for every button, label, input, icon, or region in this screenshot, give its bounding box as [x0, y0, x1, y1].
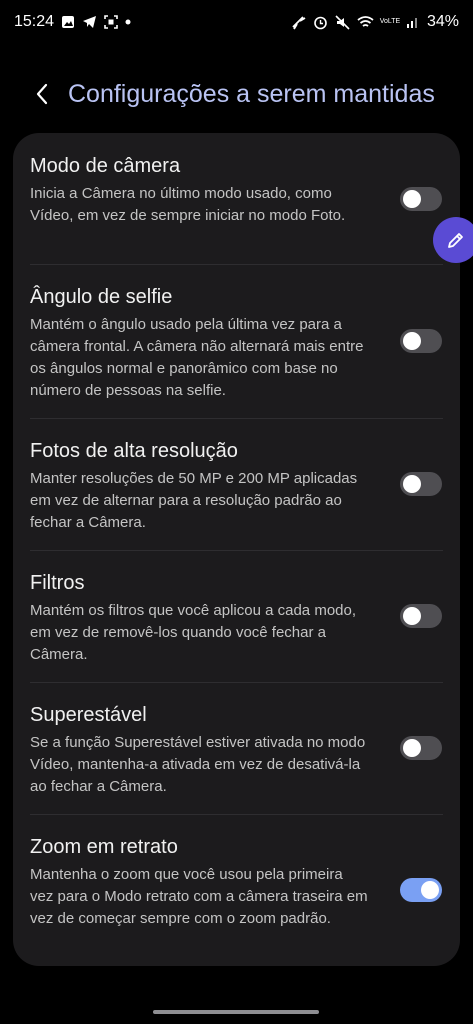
setting-description: Mantém os filtros que você aplicou a cad…: [30, 602, 357, 663]
mute-icon: [335, 14, 350, 30]
toggle-knob: [403, 332, 421, 350]
setting-description: Mantenha o zoom que você usou pela prime…: [30, 866, 368, 927]
toggle-knob: [403, 607, 421, 625]
setting-high-res-photos[interactable]: Fotos de alta resolução Manter resoluçõe…: [13, 418, 460, 550]
battery-percent: 34%: [426, 13, 459, 30]
setting-selfie-angle[interactable]: Ângulo de selfie Mantém o ângulo usado p…: [13, 264, 460, 418]
airplane-off-icon: [291, 15, 306, 30]
setting-super-steady[interactable]: Superestável Se a função Superestável es…: [13, 682, 460, 814]
toggle-filters[interactable]: [400, 604, 442, 628]
setting-title: Ângulo de selfie: [30, 286, 173, 308]
setting-description: Se a função Superestável estiver ativada…: [30, 734, 366, 795]
toggle-super-steady[interactable]: [400, 736, 442, 760]
back-button[interactable]: [22, 74, 62, 114]
setting-title: Modo de câmera: [30, 155, 181, 177]
setting-description: Manter resoluções de 50 MP e 200 MP apli…: [30, 470, 358, 531]
setting-title: Superestável: [30, 704, 147, 726]
page-title: Configurações a serem mantidas: [68, 79, 435, 108]
wifi-icon: [357, 15, 374, 29]
page-header: Configurações a serem mantidas: [0, 64, 473, 124]
toggle-camera-mode[interactable]: [400, 186, 442, 211]
setting-filters[interactable]: Filtros Mantém os filtros que você aplic…: [13, 550, 460, 682]
setting-title: Zoom em retrato: [30, 836, 178, 858]
pencil-icon: [448, 233, 463, 248]
telegram-icon: [82, 15, 97, 29]
setting-description: Inicia a Câmera no último modo usado, co…: [30, 185, 346, 224]
back-icon: [36, 83, 48, 105]
toggle-knob: [403, 739, 421, 757]
toggle-knob: [421, 881, 439, 899]
toggle-knob: [403, 475, 421, 493]
status-time: 15:24: [14, 13, 55, 30]
toggle-knob: [403, 189, 421, 208]
signal-icon: [406, 15, 420, 29]
toggle-high-res-photos[interactable]: [400, 472, 442, 496]
settings-card: Modo de câmera Inicia a Câmera no último…: [13, 133, 460, 966]
setting-description: Mantém o ângulo usado pela última vez pa…: [30, 316, 364, 399]
status-left: 15:24: [14, 13, 131, 31]
floating-edit-button[interactable]: [433, 217, 473, 263]
alarm-icon: [313, 15, 328, 30]
status-right: VoLTE 34%: [291, 13, 459, 31]
gallery-icon: [61, 15, 75, 29]
gesture-nav-bar[interactable]: [153, 1010, 319, 1014]
setting-portrait-zoom[interactable]: Zoom em retrato Mantenha o zoom que você…: [13, 814, 460, 966]
setting-title: Filtros: [30, 572, 85, 594]
screenshot-icon: [104, 15, 118, 29]
setting-camera-mode[interactable]: Modo de câmera Inicia a Câmera no último…: [13, 133, 460, 264]
dot-icon: [125, 19, 131, 25]
volte-label: VoLTE: [379, 18, 401, 25]
status-bar: 15:24 VoLTE 34%: [0, 0, 473, 44]
toggle-portrait-zoom[interactable]: [400, 878, 442, 902]
setting-title: Fotos de alta resolução: [30, 440, 238, 462]
toggle-selfie-angle[interactable]: [400, 329, 442, 353]
